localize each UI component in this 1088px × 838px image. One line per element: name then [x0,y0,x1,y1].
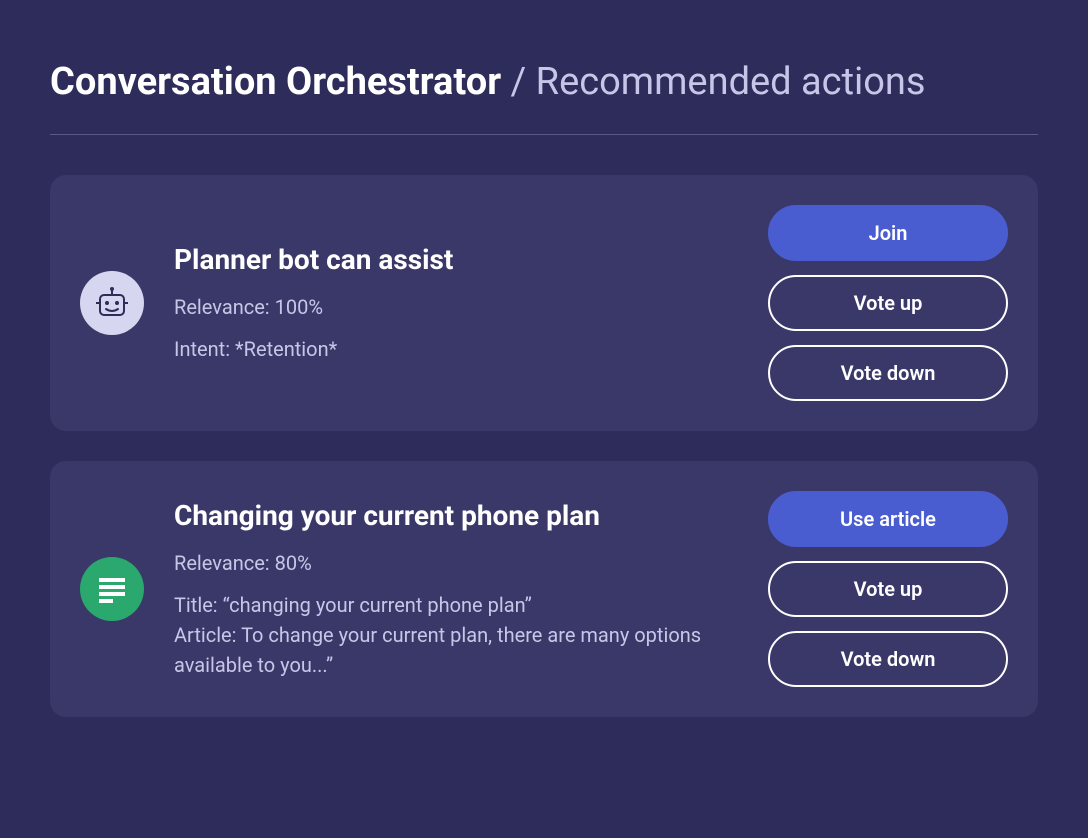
card-title: Changing your current phone plan [174,499,738,532]
card-actions: Join Vote up Vote down [768,205,1008,401]
recommendation-card: Changing your current phone plan Relevan… [50,461,1038,717]
vote-up-button[interactable]: Vote up [768,275,1008,331]
card-article-title: Title: “changing your current phone plan… [174,590,738,620]
document-icon [80,557,144,621]
vote-down-button[interactable]: Vote down [768,345,1008,401]
card-actions: Use article Vote up Vote down [768,491,1008,687]
card-meta: Relevance: 80% Title: “changing your cur… [174,548,738,680]
bot-icon [80,271,144,335]
card-relevance: Relevance: 100% [174,292,738,322]
join-button[interactable]: Join [768,205,1008,261]
recommendation-card: Planner bot can assist Relevance: 100% I… [50,175,1038,431]
page-title-rest: / Recommended actions [501,60,925,104]
page-title: Conversation Orchestrator / Recommended … [50,60,1038,104]
card-content: Changing your current phone plan Relevan… [174,499,738,680]
card-intent: Intent: *Retention* [174,334,738,364]
card-title: Planner bot can assist [174,243,738,276]
vote-down-button[interactable]: Vote down [768,631,1008,687]
card-relevance: Relevance: 80% [174,548,738,578]
use-article-button[interactable]: Use article [768,491,1008,547]
page-title-bold: Conversation Orchestrator [50,60,501,104]
vote-up-button[interactable]: Vote up [768,561,1008,617]
card-article-body: Article: To change your current plan, th… [174,620,738,680]
card-meta: Relevance: 100% Intent: *Retention* [174,292,738,364]
page-header: Conversation Orchestrator / Recommended … [50,60,1038,104]
divider [50,134,1038,135]
card-content: Planner bot can assist Relevance: 100% I… [174,243,738,364]
